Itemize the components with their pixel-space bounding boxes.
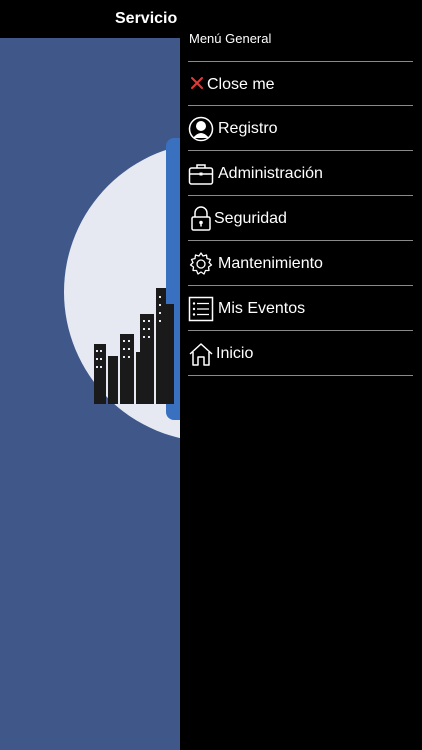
menu-item-administracion[interactable]: Administración: [188, 151, 413, 195]
menu-item-inicio[interactable]: Inicio: [188, 331, 413, 375]
home-icon: [189, 343, 213, 366]
app-title: Servicio: [115, 10, 178, 27]
menu-item-label: Mantenimiento: [218, 255, 323, 272]
divider: [188, 375, 413, 376]
city-skyline-illustration: [94, 288, 174, 404]
user-icon: [188, 116, 214, 142]
gear-icon: [189, 252, 213, 275]
menu-item-close[interactable]: Close me: [188, 62, 413, 106]
app-content: [0, 38, 180, 750]
menu-item-label: Registro: [218, 120, 278, 137]
menu-item-label: Seguridad: [214, 210, 287, 227]
list-icon: [188, 296, 214, 322]
lock-icon: [191, 206, 211, 231]
drawer-header: Menú General: [189, 31, 272, 46]
navigation-drawer: Menú General Close me Registro Administr…: [180, 0, 422, 750]
menu-item-registro[interactable]: Registro: [188, 106, 413, 150]
app-top-bar: Servicio: [0, 0, 180, 38]
menu-item-label: Close me: [207, 76, 275, 93]
menu-item-mis-eventos[interactable]: Mis Eventos: [188, 286, 413, 330]
menu-item-label: Inicio: [216, 345, 254, 362]
briefcase-icon: [188, 164, 214, 185]
menu-item-label: Administración: [218, 165, 323, 182]
menu-item-label: Mis Eventos: [218, 300, 306, 317]
menu-item-mantenimiento[interactable]: Mantenimiento: [188, 241, 413, 285]
menu-item-seguridad[interactable]: Seguridad: [188, 196, 413, 240]
